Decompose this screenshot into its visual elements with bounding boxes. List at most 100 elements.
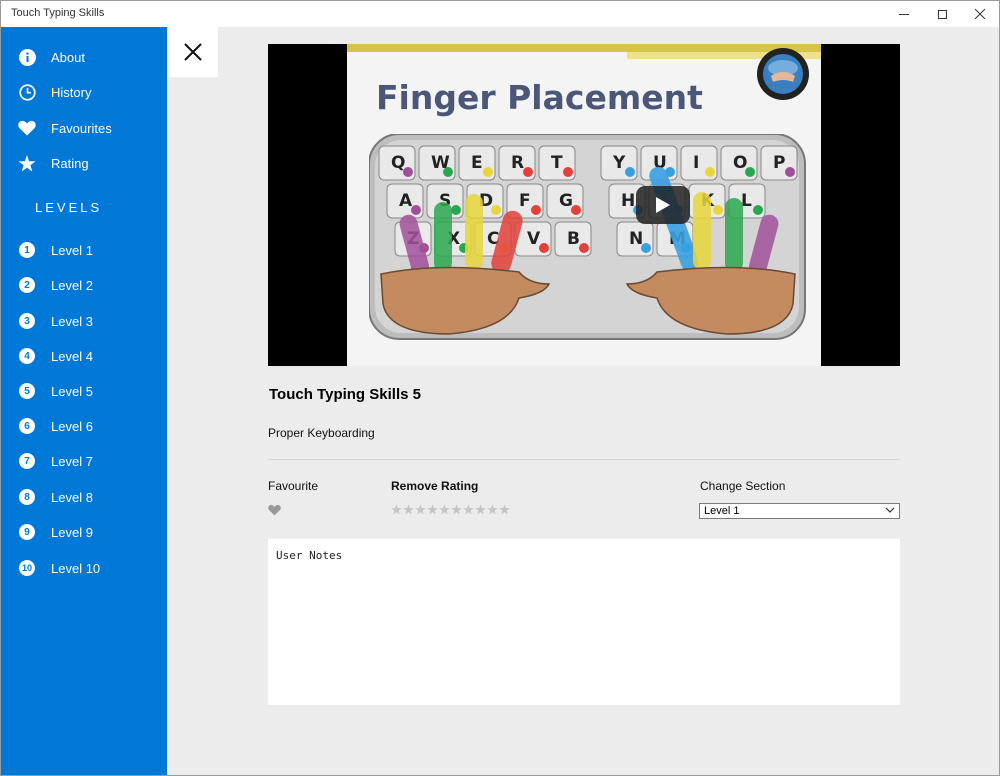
- keyboard-key-label: V: [527, 229, 541, 249]
- sidebar-item-label: Level 9: [51, 524, 93, 540]
- maximize-button[interactable]: [923, 1, 961, 27]
- level-number-icon: 6: [19, 418, 35, 434]
- sidebar-item-label: About: [51, 49, 85, 65]
- rating-star-icon[interactable]: [499, 504, 510, 515]
- level-number-icon: 3: [19, 313, 35, 329]
- keyboard-key-label: A: [399, 191, 413, 211]
- rating-star-icon[interactable]: [391, 504, 402, 515]
- keyboard-key-label: N: [629, 229, 643, 249]
- sidebar-item-label: Level 4: [51, 348, 93, 364]
- close-icon: [184, 43, 202, 61]
- level-number-icon: 1: [19, 242, 35, 258]
- finger-color-dot: [745, 167, 755, 177]
- star-icon: [18, 154, 36, 172]
- sidebar-item-label: Level 3: [51, 313, 93, 329]
- rating-star-icon[interactable]: [403, 504, 414, 515]
- close-pane-button[interactable]: [168, 27, 218, 77]
- lesson-subtitle: Proper Keyboarding: [268, 426, 375, 440]
- sidebar-item-level-9[interactable]: 9 Level 9: [1, 516, 167, 548]
- finger-color-dot: [563, 167, 573, 177]
- section-dropdown[interactable]: Level 1: [699, 503, 900, 519]
- sidebar-item-label: Level 6: [51, 418, 93, 434]
- keyboard-key-label: F: [519, 191, 531, 211]
- sidebar-item-level-5[interactable]: 5 Level 5: [1, 375, 167, 407]
- finger-color-dot: [483, 167, 493, 177]
- sidebar-item-label: Level 7: [51, 453, 93, 469]
- sidebar-item-history[interactable]: History: [1, 76, 167, 108]
- finger-color-dot: [531, 205, 541, 215]
- finger-color-dot: [713, 205, 723, 215]
- clock-icon: [18, 83, 36, 101]
- minimize-button[interactable]: [885, 1, 923, 27]
- rating-star-icon[interactable]: [415, 504, 426, 515]
- favourite-toggle[interactable]: [268, 503, 281, 521]
- sidebar-item-level-2[interactable]: 2 Level 2: [1, 269, 167, 301]
- sidebar-item-label: History: [51, 84, 92, 100]
- sidebar-item-label: Level 8: [51, 489, 93, 505]
- sidebar-item-level-10[interactable]: 10 Level 10: [1, 552, 167, 584]
- remove-rating-button[interactable]: Remove Rating: [391, 479, 478, 493]
- heart-icon: [18, 119, 36, 137]
- rating-star-icon[interactable]: [475, 504, 486, 515]
- sidebar-item-label: Level 5: [51, 383, 93, 399]
- sidebar-item-label: Level 10: [51, 560, 101, 576]
- finger-color-dot: [491, 205, 501, 215]
- sidebar-item-level-6[interactable]: 6 Level 6: [1, 410, 167, 442]
- title-bar: Touch Typing Skills: [1, 1, 999, 27]
- sidebar-item-level-1[interactable]: 1 Level 1: [1, 234, 167, 266]
- app-window: Touch Typing Skills About History Favour…: [0, 0, 1000, 776]
- channel-logo-icon: [757, 48, 809, 100]
- play-button[interactable]: [636, 186, 690, 224]
- rating-star-icon[interactable]: [427, 504, 438, 515]
- chevron-down-icon: [885, 507, 895, 513]
- play-icon: [656, 197, 670, 213]
- sidebar: About History Favourites Rating LEVELS 1…: [1, 27, 167, 775]
- rating-star-icon[interactable]: [487, 504, 498, 515]
- level-number-icon: 4: [19, 348, 35, 364]
- finger-color-dot: [705, 167, 715, 177]
- levels-header: LEVELS: [35, 200, 103, 215]
- video-title-text: Finger Placement: [376, 78, 703, 117]
- sidebar-item-about[interactable]: About: [1, 41, 167, 73]
- rating-stars[interactable]: [391, 504, 510, 515]
- finger-color-dot: [539, 243, 549, 253]
- sidebar-item-level-3[interactable]: 3 Level 3: [1, 305, 167, 337]
- close-window-button[interactable]: [961, 1, 999, 27]
- rating-star-icon[interactable]: [463, 504, 474, 515]
- keyboard-key-label: P: [773, 153, 785, 173]
- keyboard-key-label: G: [559, 191, 573, 211]
- sidebar-item-level-8[interactable]: 8 Level 8: [1, 481, 167, 513]
- sidebar-item-level-4[interactable]: 4 Level 4: [1, 340, 167, 372]
- user-notes-input[interactable]: User Notes: [268, 539, 900, 705]
- keyboard-key-label: E: [471, 153, 483, 173]
- finger-color-dot: [785, 167, 795, 177]
- heart-icon: [268, 504, 281, 516]
- finger-color-dot: [403, 167, 413, 177]
- level-number-icon: 5: [19, 383, 35, 399]
- finger-color-dot: [579, 243, 589, 253]
- sidebar-item-favourites[interactable]: Favourites: [1, 112, 167, 144]
- rating-star-icon[interactable]: [451, 504, 462, 515]
- keyboard-key-label: Q: [391, 153, 405, 173]
- keyboard-illustration: QWERTYUIOPASDFGHJKLZXCVBNM: [369, 134, 806, 340]
- level-number-icon: 8: [19, 489, 35, 505]
- rating-star-icon[interactable]: [439, 504, 450, 515]
- finger-color-dot: [523, 167, 533, 177]
- level-number-icon: 9: [19, 524, 35, 540]
- finger-color-dot: [753, 205, 763, 215]
- keyboard-key-label: Y: [612, 153, 626, 173]
- video-player[interactable]: Finger Placement QWERTYUIOPASDFGHJKLZXCV…: [268, 44, 900, 366]
- video-thumbnail: Finger Placement QWERTYUIOPASDFGHJKLZXCV…: [347, 44, 821, 366]
- keyboard-key-label: O: [733, 153, 747, 173]
- sidebar-item-level-7[interactable]: 7 Level 7: [1, 445, 167, 477]
- finger-color-dot: [411, 205, 421, 215]
- sidebar-item-label: Rating: [51, 155, 89, 171]
- sidebar-item-rating[interactable]: Rating: [1, 147, 167, 179]
- keyboard-key-label: T: [551, 153, 563, 173]
- keyboard-key-label: B: [567, 229, 580, 249]
- finger-color-dot: [641, 243, 651, 253]
- minimize-icon: [899, 13, 909, 15]
- level-number-icon: 7: [19, 453, 35, 469]
- keyboard-key-label: H: [621, 191, 635, 211]
- keyboard-key-label: R: [511, 153, 524, 173]
